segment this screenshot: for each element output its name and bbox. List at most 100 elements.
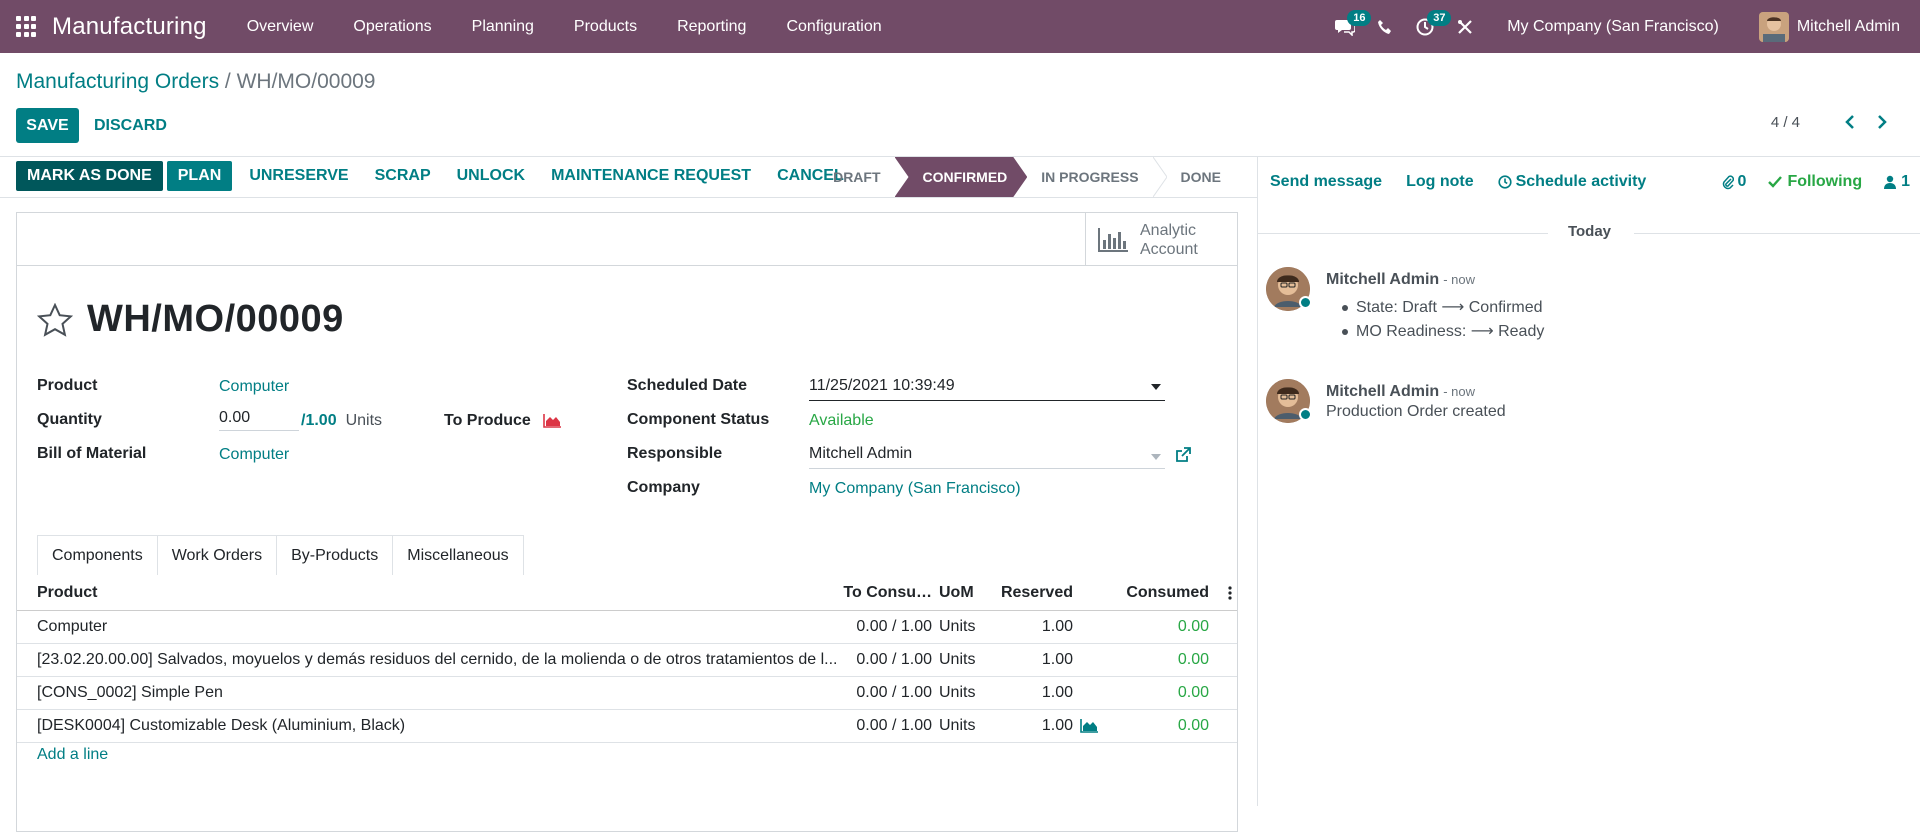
row-reserved: 1.00 xyxy=(1041,651,1073,668)
tools-icon xyxy=(1458,19,1472,34)
app-menu-icon[interactable] xyxy=(16,15,38,38)
online-status-icon xyxy=(1299,296,1312,309)
optional-columns-toggle[interactable] xyxy=(1227,575,1233,610)
pager: 4 / 4 xyxy=(1771,112,1890,132)
tab-work-orders[interactable]: Work Orders xyxy=(156,535,278,575)
message-body: State: Draft ⟶ Confirmed MO Readiness: ⟶… xyxy=(1326,297,1544,345)
stage-done[interactable]: DONE xyxy=(1167,157,1235,197)
quantity-label: Quantity xyxy=(37,411,102,428)
mark-as-done-button[interactable]: MARK AS DONE xyxy=(16,161,163,191)
log-note-button[interactable]: Log note xyxy=(1406,173,1474,191)
plan-button[interactable]: PLAN xyxy=(166,161,233,191)
scrap-button[interactable]: SCRAP xyxy=(362,161,444,191)
bom-field[interactable]: Computer xyxy=(219,446,289,464)
unlock-button[interactable]: UNLOCK xyxy=(444,161,538,191)
row-uom: Units xyxy=(939,684,976,701)
row-uom: Units xyxy=(939,618,976,635)
stage-draft[interactable]: DRAFT xyxy=(819,157,894,197)
tab-by-products[interactable]: By-Products xyxy=(276,535,394,575)
product-field[interactable]: Computer xyxy=(219,378,289,396)
activity-menu[interactable]: 37 xyxy=(1405,0,1452,53)
save-button[interactable]: SAVE xyxy=(16,108,79,143)
breadcrumb-parent[interactable]: Manufacturing Orders xyxy=(16,70,219,93)
col-reserved[interactable]: Reserved xyxy=(1001,575,1073,610)
date-separator: Today xyxy=(1258,223,1920,240)
menu-reporting[interactable]: Reporting xyxy=(657,18,766,36)
row-consumed: 0.00 xyxy=(1177,717,1209,734)
row-to-consume: 0.00 / 1.00 xyxy=(856,717,932,734)
app-brand[interactable]: Manufacturing xyxy=(52,13,207,41)
author-avatar[interactable] xyxy=(1266,267,1312,311)
record-title: WH/MO/00009 xyxy=(87,298,344,340)
row-product: [DESK0004] Customizable Desk (Aluminium,… xyxy=(37,717,406,734)
pager-next-button[interactable] xyxy=(1874,112,1890,132)
menu-configuration[interactable]: Configuration xyxy=(766,18,901,36)
pager-value[interactable]: 4 / 4 xyxy=(1771,114,1800,131)
author-avatar[interactable] xyxy=(1266,379,1312,423)
pager-previous-button[interactable] xyxy=(1842,112,1858,132)
external-link-icon[interactable] xyxy=(1175,447,1191,463)
col-product[interactable]: Product xyxy=(37,575,837,610)
stage-confirmed[interactable]: CONFIRMED xyxy=(895,157,1028,197)
more-vertical-icon xyxy=(1228,585,1232,600)
col-consumed[interactable]: Consumed xyxy=(1126,575,1209,610)
tab-miscellaneous[interactable]: Miscellaneous xyxy=(392,535,524,575)
row-reserved: 1.00 xyxy=(1041,717,1073,734)
table-row[interactable]: Computer 0.00 / 1.00 Units 1.00 0.00 xyxy=(17,611,1237,644)
online-status-icon xyxy=(1299,408,1312,421)
table-row[interactable]: [CONS_0002] Simple Pen 0.00 / 1.00 Units… xyxy=(17,677,1237,710)
author-name[interactable]: Mitchell Admin xyxy=(1326,383,1439,400)
tab-components[interactable]: Components xyxy=(37,535,158,575)
responsible-input[interactable]: Mitchell Admin xyxy=(809,445,1165,469)
notebook-tabs: Components Work Orders By-Products Misce… xyxy=(37,535,524,575)
quantity-input[interactable]: 0.00 xyxy=(219,409,299,431)
user-menu[interactable]: Mitchell Admin xyxy=(1758,11,1900,42)
author-name[interactable]: Mitchell Admin xyxy=(1326,271,1439,288)
components-table: Product To Consu… UoM Reserved Consumed … xyxy=(17,575,1237,743)
table-row[interactable]: [DESK0004] Customizable Desk (Aluminium,… xyxy=(17,710,1237,743)
form-sheet: Analytic Account WH/MO/00009 Product Com… xyxy=(16,212,1238,832)
component-status-label: Component Status xyxy=(627,411,770,428)
company-field[interactable]: My Company (San Francisco) xyxy=(809,480,1021,498)
messaging-menu[interactable]: 16 xyxy=(1325,0,1372,53)
area-chart-icon[interactable] xyxy=(543,414,561,428)
attachments-button[interactable]: 0 xyxy=(1722,173,1746,191)
forecast-report-button[interactable] xyxy=(1080,710,1098,742)
schedule-activity-label: Schedule activity xyxy=(1515,173,1647,190)
quantity-uom: Units xyxy=(345,412,383,429)
phone-menu[interactable] xyxy=(1365,0,1405,53)
company-label: Company xyxy=(627,479,700,496)
send-message-button[interactable]: Send message xyxy=(1270,173,1382,191)
followers-button[interactable]: 1 xyxy=(1884,173,1910,191)
menu-operations[interactable]: Operations xyxy=(333,18,451,36)
add-line-link[interactable]: Add a line xyxy=(37,746,108,764)
scheduled-date-input[interactable]: 11/25/2021 10:39:49 xyxy=(809,377,1165,401)
table-row[interactable]: [23.02.20.00.00] Salvados, moyuelos y de… xyxy=(17,644,1237,677)
tracking-item: State: Draft ⟶ Confirmed xyxy=(1341,297,1544,321)
message-author: Mitchell Admin - now xyxy=(1326,271,1475,289)
maintenance-request-button[interactable]: MAINTENANCE REQUEST xyxy=(538,161,764,191)
col-uom[interactable]: UoM xyxy=(939,575,974,610)
company-switcher[interactable]: My Company (San Francisco) xyxy=(1507,18,1719,36)
row-consumed: 0.00 xyxy=(1177,618,1209,635)
debug-menu[interactable] xyxy=(1445,0,1485,53)
following-button[interactable]: Following xyxy=(1768,173,1862,191)
check-icon xyxy=(1768,176,1783,188)
row-uom: Units xyxy=(939,717,976,734)
discard-button[interactable]: DISCARD xyxy=(94,108,167,143)
star-icon[interactable] xyxy=(37,302,73,337)
analytic-account-button[interactable]: Analytic Account xyxy=(1085,213,1237,266)
col-to-consume[interactable]: To Consu… xyxy=(843,575,932,610)
message-author: Mitchell Admin - now xyxy=(1326,383,1475,401)
menu-planning[interactable]: Planning xyxy=(452,18,554,36)
breadcrumb-current: WH/MO/00009 xyxy=(236,70,376,93)
menu-overview[interactable]: Overview xyxy=(227,18,334,36)
row-consumed: 0.00 xyxy=(1177,651,1209,668)
schedule-activity-button[interactable]: Schedule activity xyxy=(1498,173,1647,191)
stage-in-progress[interactable]: IN PROGRESS xyxy=(1027,157,1152,197)
table-header: Product To Consu… UoM Reserved Consumed xyxy=(17,575,1237,611)
menu-products[interactable]: Products xyxy=(554,18,657,36)
row-uom: Units xyxy=(939,651,976,668)
to-produce-label: To Produce xyxy=(444,412,531,429)
unreserve-button[interactable]: UNRESERVE xyxy=(236,161,361,191)
